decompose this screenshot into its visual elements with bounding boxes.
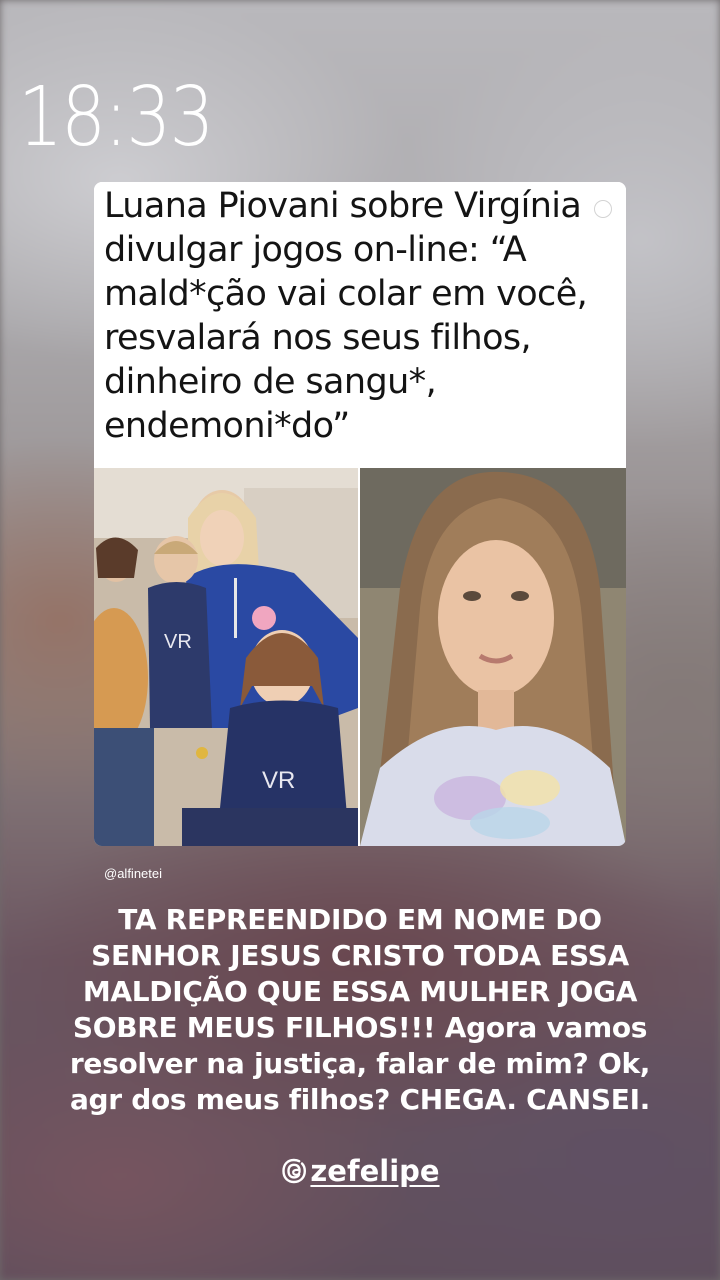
headline-line: divulgar jogos on-line: “A bbox=[104, 230, 527, 270]
svg-text:VR: VR bbox=[262, 767, 295, 794]
headline-line: Luana Piovani sobre Virgínia bbox=[104, 186, 582, 226]
headline-text: Luana Piovani sobre Virgínia divulgar jo… bbox=[104, 184, 620, 448]
caption-line: resolver na justiça, falar de mim? Ok, bbox=[69, 1047, 651, 1080]
post-headline: Luana Piovani sobre Virgínia divulgar jo… bbox=[94, 182, 626, 468]
portrait-photo bbox=[360, 468, 626, 846]
sticker-handle-icon bbox=[594, 200, 612, 218]
caption-line: TA REPREENDIDO EM NOME DO bbox=[118, 903, 602, 936]
caption-line: agr dos meus filhos? CHEGA. CANSEI. bbox=[69, 1083, 651, 1116]
family-photo: VR VR bbox=[94, 468, 358, 846]
story-time: 18:33 bbox=[18, 70, 214, 165]
mention-handle: zefelipe bbox=[310, 1154, 440, 1188]
caption-line: SOBRE MEUS FILHOS!!! Agora vamos bbox=[72, 1011, 648, 1044]
mention-sticker[interactable]: zefelipe bbox=[280, 1154, 440, 1188]
shirt-logo: VR bbox=[164, 631, 192, 653]
headline-line: dinheiro de sangu*, bbox=[104, 362, 437, 402]
threads-icon bbox=[282, 1158, 307, 1184]
story-caption: TA REPREENDIDO EM NOME DO SENHOR JESUS C… bbox=[30, 902, 690, 1118]
source-credit: @alfinetei bbox=[104, 866, 163, 881]
mention-sticker-row: zefelipe bbox=[0, 1154, 720, 1190]
headline-line: mald*ção vai colar em você, bbox=[104, 274, 588, 314]
headline-line: endemoni*do” bbox=[104, 406, 350, 446]
headline-line: resvalará nos seus filhos, bbox=[104, 318, 532, 358]
shared-post-card[interactable]: Luana Piovani sobre Virgínia divulgar jo… bbox=[94, 182, 626, 846]
caption-line: MALDIÇÃO QUE ESSA MULHER JOGA bbox=[82, 975, 638, 1008]
caption-line: SENHOR JESUS CRISTO TODA ESSA bbox=[91, 939, 629, 972]
